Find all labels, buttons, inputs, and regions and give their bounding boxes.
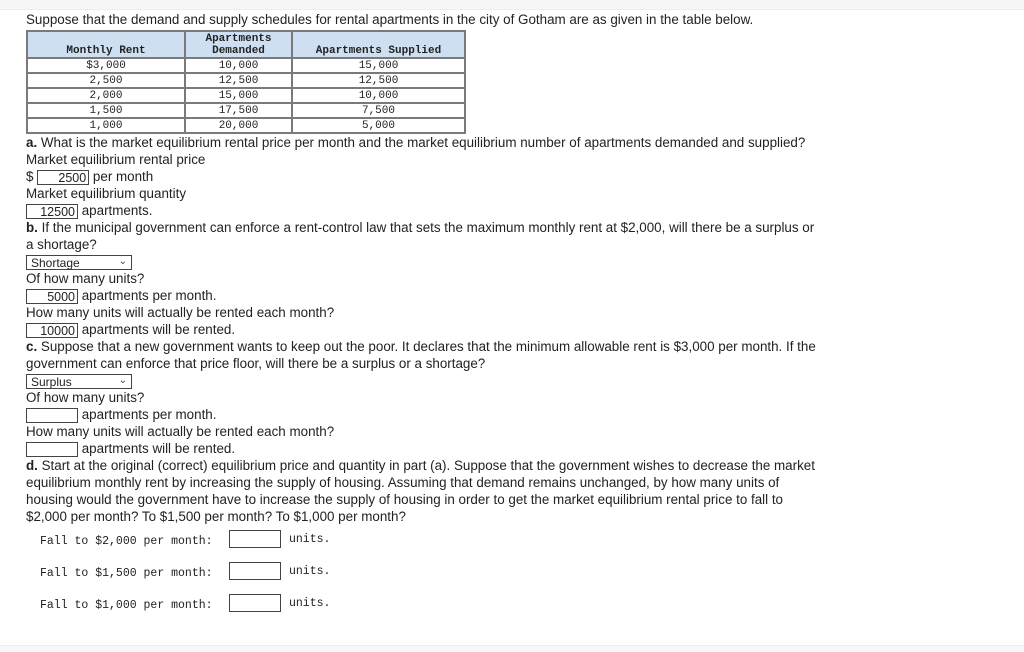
price-label: Market equilibrium rental price: [26, 152, 206, 167]
cell: 10,000: [291, 87, 466, 104]
cell: $3,000: [26, 57, 186, 74]
intro-text: Suppose that the demand and supply sched…: [26, 12, 754, 27]
part-b-rented-row: 10000 apartments will be rented.: [26, 321, 906, 338]
part-c-units-q: Of how many units?: [26, 390, 145, 405]
rented-units-input-b[interactable]: 10000: [26, 322, 78, 338]
units-label: units.: [289, 565, 331, 578]
part-b-question-cont: a shortage?: [26, 237, 97, 252]
header-line: Demanded: [212, 45, 265, 57]
surplus-shortage-select-c[interactable]: Surplus ⌄: [26, 373, 132, 389]
table-row: 1,000 20,000 5,000: [26, 117, 466, 134]
part-d-label: d.: [26, 458, 38, 473]
schedule-table: Monthly Rent Apartments Demanded Apartmen…: [26, 30, 466, 134]
surplus-shortage-select-b[interactable]: Shortage ⌄: [26, 254, 132, 270]
fall-row-2000: Fall to $2,000 per month: units.: [40, 530, 330, 548]
part-a-question: a. What is the market equilibrium rental…: [26, 134, 906, 151]
part-c-label: c.: [26, 339, 38, 354]
cell: 2,000: [26, 87, 186, 104]
fall-1500-input[interactable]: [229, 562, 281, 580]
fall-row-1000: Fall to $1,000 per month: units.: [40, 594, 330, 612]
cell: 7,500: [291, 102, 466, 119]
fall-row-1500: Fall to $1,500 per month: units.: [40, 562, 330, 580]
rented-suffix: apartments will be rented.: [81, 322, 236, 337]
table-row: 2,000 15,000 10,000: [26, 87, 466, 104]
cell: 12,500: [291, 72, 466, 89]
units-suffix: apartments per month.: [81, 407, 217, 422]
header-apartments-demanded: Apartments Demanded: [184, 30, 293, 59]
equilibrium-price-input[interactable]: 2500: [37, 169, 90, 185]
surplus-units-input[interactable]: [26, 407, 78, 423]
part-c-rented-q: How many units will actually be rented e…: [26, 424, 335, 439]
part-d-question: d. Start at the original (correct) equil…: [26, 457, 906, 474]
cell: 17,500: [184, 102, 293, 119]
cell: 2,500: [26, 72, 186, 89]
price-row: $ 2500 per month: [26, 168, 906, 185]
units-label: units.: [289, 597, 331, 610]
part-b-select-row: Shortage ⌄: [26, 253, 906, 270]
table-row: $3,000 10,000 15,000: [26, 57, 466, 74]
cell: 10,000: [184, 57, 293, 74]
select-value: Surplus: [31, 374, 72, 389]
chevron-down-icon: ⌄: [118, 374, 127, 386]
units-suffix: apartments per month.: [81, 288, 217, 303]
fall-label: Fall to $2,000 per month:: [40, 535, 213, 548]
part-c-select-row: Surplus ⌄: [26, 372, 906, 389]
part-a-text: What is the market equilibrium rental pr…: [37, 135, 806, 150]
part-b-question: b. If the municipal government can enfor…: [26, 219, 906, 236]
part-d-text: Start at the original (correct) equilibr…: [37, 458, 815, 473]
cell: 1,000: [26, 117, 186, 134]
cell: 20,000: [184, 117, 293, 134]
question-content: Suppose that the demand and supply sched…: [26, 11, 906, 525]
header-monthly-rent: Monthly Rent: [26, 30, 186, 59]
part-d-question-cont: $2,000 per month? To $1,500 per month? T…: [26, 509, 406, 524]
part-b-text: If the municipal government can enforce …: [37, 220, 815, 235]
part-b-units-q: Of how many units?: [26, 271, 145, 286]
currency-symbol: $: [26, 169, 34, 184]
cell: 5,000: [291, 117, 466, 134]
part-c-text: Suppose that a new government wants to k…: [37, 339, 816, 354]
fall-1000-input[interactable]: [229, 594, 281, 612]
cell: 12,500: [184, 72, 293, 89]
rented-suffix: apartments will be rented.: [81, 441, 236, 456]
part-c-question-cont: government can enforce that price floor,…: [26, 356, 486, 371]
part-c-units-row: apartments per month.: [26, 406, 906, 423]
part-c-question: c. Suppose that a new government wants t…: [26, 338, 906, 355]
header-apartments-supplied: Apartments Supplied: [291, 30, 466, 59]
header-line: Apartments: [205, 33, 272, 45]
select-value: Shortage: [31, 255, 80, 270]
equilibrium-quantity-input[interactable]: 12500: [26, 203, 78, 219]
part-b-units-row: 5000 apartments per month.: [26, 287, 906, 304]
units-label: units.: [289, 533, 331, 546]
cell: 15,000: [291, 57, 466, 74]
fall-label: Fall to $1,500 per month:: [40, 567, 213, 580]
table-row: 2,500 12,500 12,500: [26, 72, 466, 89]
shortage-units-input[interactable]: 5000: [26, 288, 78, 304]
price-suffix: per month: [92, 169, 154, 184]
qty-row: 12500 apartments.: [26, 202, 906, 219]
cell: 15,000: [184, 87, 293, 104]
part-d-question-cont: housing would the government have to inc…: [26, 492, 784, 507]
fall-label: Fall to $1,000 per month:: [40, 599, 213, 612]
table-row: 1,500 17,500 7,500: [26, 102, 466, 119]
rented-units-input-c[interactable]: [26, 441, 78, 457]
part-a-label: a.: [26, 135, 38, 150]
chevron-down-icon: ⌄: [118, 255, 127, 267]
part-d-question-cont: equilibrium monthly rent by increasing t…: [26, 475, 780, 490]
part-c-rented-row: apartments will be rented.: [26, 440, 906, 457]
qty-suffix: apartments.: [81, 203, 153, 218]
part-b-label: b.: [26, 220, 38, 235]
qty-label: Market equilibrium quantity: [26, 186, 187, 201]
fall-2000-input[interactable]: [229, 530, 281, 548]
cell: 1,500: [26, 102, 186, 119]
top-bar: [0, 0, 1024, 10]
part-b-rented-q: How many units will actually be rented e…: [26, 305, 335, 320]
table-header-row: Monthly Rent Apartments Demanded Apartmen…: [26, 30, 466, 59]
